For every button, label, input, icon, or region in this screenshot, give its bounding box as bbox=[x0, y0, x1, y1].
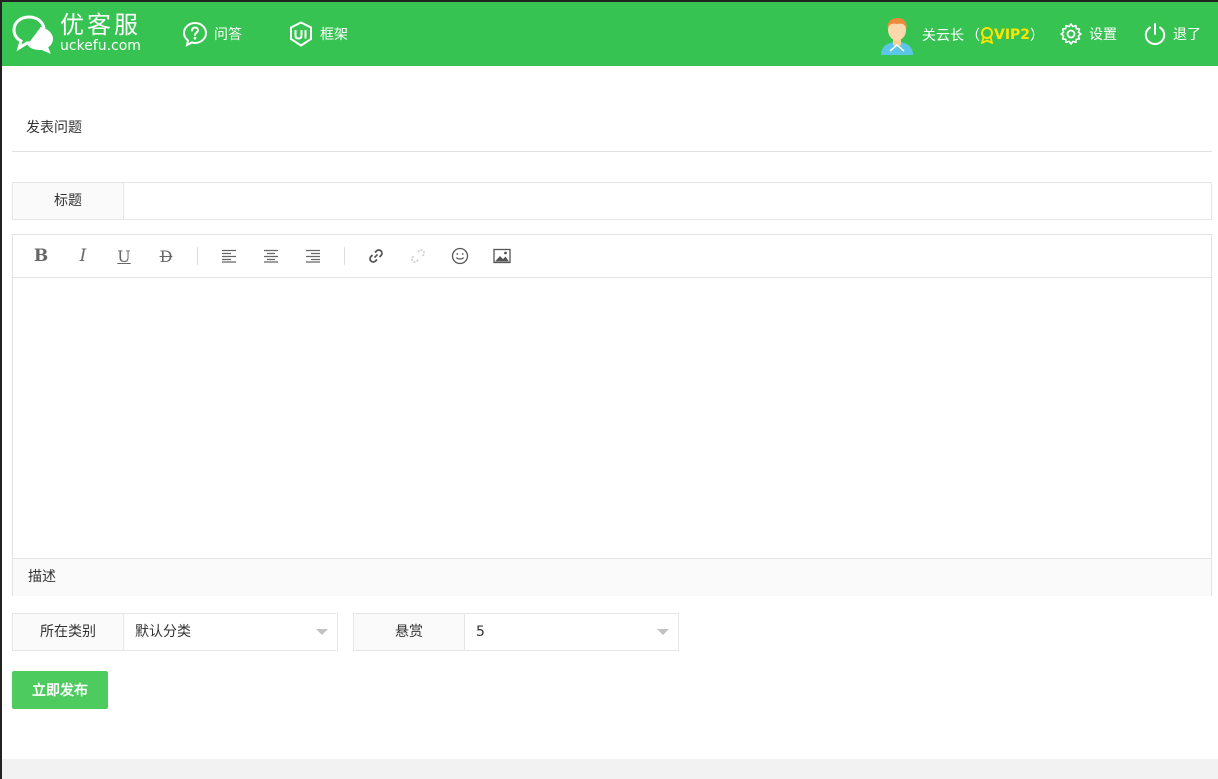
power-icon bbox=[1144, 23, 1166, 46]
description-label: 描述 bbox=[28, 569, 56, 585]
gear-icon bbox=[1060, 23, 1082, 45]
align-right-icon bbox=[306, 249, 320, 263]
avatar bbox=[881, 18, 913, 55]
logo-text-cn: 优客服 bbox=[60, 11, 141, 39]
underline-button[interactable]: U bbox=[113, 246, 135, 266]
nav-label-qa: 问答 bbox=[214, 27, 242, 43]
ui-badge-icon bbox=[290, 21, 312, 47]
award-ribbon-icon bbox=[980, 26, 994, 44]
image-button[interactable] bbox=[491, 246, 513, 266]
unlink-button[interactable] bbox=[407, 246, 429, 266]
user-name: 关云长 bbox=[922, 28, 964, 44]
logo[interactable]: 优客服 uckefu.com bbox=[12, 11, 152, 58]
align-right-button[interactable] bbox=[302, 246, 324, 266]
italic-icon: I bbox=[79, 246, 87, 266]
logout-button[interactable]: 退了 bbox=[1143, 21, 1201, 47]
category-value: 默认分类 bbox=[135, 624, 191, 640]
editor-toolbar: B I U D bbox=[13, 235, 1211, 278]
nav-label-framework: 框架 bbox=[320, 27, 348, 43]
italic-button[interactable]: I bbox=[72, 246, 94, 266]
unlink-icon bbox=[411, 249, 425, 263]
logout-label: 退了 bbox=[1173, 27, 1201, 43]
chevron-down-icon bbox=[657, 629, 669, 635]
underline-icon: U bbox=[117, 246, 131, 266]
bold-button[interactable]: B bbox=[30, 246, 52, 266]
bold-icon: B bbox=[33, 246, 49, 266]
emoji-icon bbox=[451, 247, 469, 265]
title-field-row: 标题 bbox=[12, 182, 1212, 220]
nav-item-framework[interactable]: 框架 bbox=[288, 21, 348, 47]
title-input[interactable] bbox=[124, 183, 1209, 219]
rich-text-editor: B I U D 描述 bbox=[12, 234, 1212, 596]
editor-content-area[interactable] bbox=[13, 278, 1211, 557]
reward-value: 5 bbox=[476, 624, 485, 640]
chevron-down-icon bbox=[316, 629, 328, 635]
vip-badge: VIP2 bbox=[980, 26, 1031, 44]
link-icon bbox=[369, 249, 383, 263]
toolbar-separator bbox=[197, 247, 198, 265]
window-frame-left bbox=[0, 0, 2, 779]
title-divider bbox=[12, 151, 1212, 152]
link-button[interactable] bbox=[365, 246, 387, 266]
user-menu[interactable]: 关云长 （ VIP2 ） bbox=[878, 14, 1044, 56]
chat-bubbles-icon bbox=[12, 15, 54, 54]
vip-level: VIP2 bbox=[994, 27, 1031, 43]
top-nav-bar: 优客服 uckefu.com 问答 框架 关云长 （ VIP2 ） 设置 退了 bbox=[2, 2, 1218, 66]
page-title: 发表问题 bbox=[26, 120, 82, 136]
page-footer-strip bbox=[2, 759, 1218, 779]
reward-select[interactable]: 悬赏 5 bbox=[353, 613, 679, 651]
align-left-icon bbox=[222, 249, 236, 263]
question-bubble-icon bbox=[182, 21, 208, 47]
category-select[interactable]: 所在类别 默认分类 bbox=[12, 613, 338, 651]
toolbar-separator bbox=[344, 247, 345, 265]
settings-button[interactable]: 设置 bbox=[1059, 21, 1117, 47]
reward-label: 悬赏 bbox=[354, 614, 465, 650]
strikethrough-icon: D bbox=[159, 246, 173, 266]
settings-label: 设置 bbox=[1089, 27, 1117, 43]
nav-item-qa[interactable]: 问答 bbox=[182, 21, 242, 47]
align-center-button[interactable] bbox=[260, 246, 282, 266]
vip-open-paren: （ bbox=[966, 28, 980, 44]
logo-text-en: uckefu.com bbox=[60, 38, 141, 54]
image-icon bbox=[493, 248, 511, 264]
category-label: 所在类别 bbox=[13, 614, 124, 650]
title-label: 标题 bbox=[13, 183, 124, 219]
align-left-button[interactable] bbox=[218, 246, 240, 266]
emoji-button[interactable] bbox=[449, 246, 471, 266]
strikethrough-button[interactable]: D bbox=[155, 246, 177, 266]
editor-footer: 描述 bbox=[13, 558, 1211, 596]
vip-close-paren: ） bbox=[1030, 28, 1045, 44]
align-center-icon bbox=[264, 249, 278, 263]
submit-button[interactable]: 立即发布 bbox=[12, 671, 108, 709]
